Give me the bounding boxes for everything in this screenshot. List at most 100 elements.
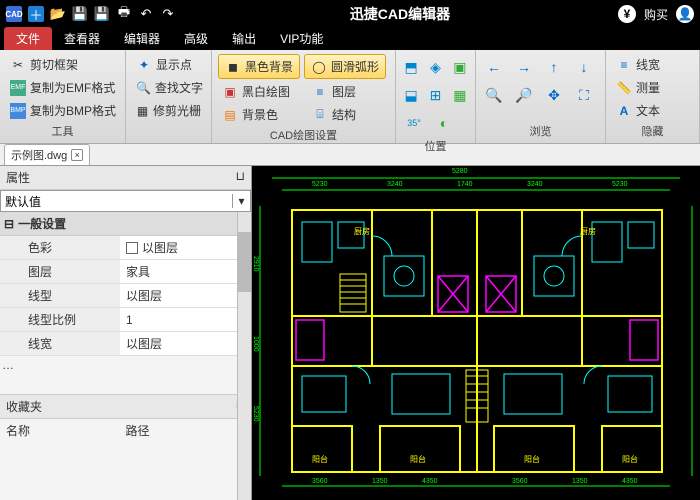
black-bg-toggle[interactable]: ◼黑色背景 xyxy=(218,54,300,79)
properties-title: 属性 xyxy=(6,169,30,186)
document-tab[interactable]: 示例图.dwg × xyxy=(4,144,90,165)
category-label: 一般设置 xyxy=(18,215,66,232)
pos-icon-5[interactable]: ⊞ xyxy=(428,85,442,105)
copy-bmp-button[interactable]: BMP复制为BMP格式 xyxy=(6,100,119,121)
combo-arrow-icon[interactable]: ▾ xyxy=(232,194,250,208)
prop-row-scale[interactable]: 线型比例 1 xyxy=(0,308,251,332)
room-label: 阳台 xyxy=(622,454,638,465)
prop-row-lineweight[interactable]: 线宽 以图层 xyxy=(0,332,251,356)
close-tab-icon[interactable]: × xyxy=(71,149,83,161)
more-rows: … xyxy=(0,356,251,374)
prop-row-layer[interactable]: 图层 家具 xyxy=(0,260,251,284)
group-pos-label: 位置 xyxy=(402,136,469,156)
dim-text: 5230 xyxy=(312,181,328,188)
favorites-title: 收藏夹 xyxy=(6,398,42,415)
category-row[interactable]: ⊟ 一般设置 xyxy=(0,212,251,236)
dim-text: 1350 xyxy=(572,478,588,485)
room-label: 厨房 xyxy=(580,226,596,237)
prop-row-linetype[interactable]: 线型 以图层 xyxy=(0,284,251,308)
drawing-canvas[interactable]: 5280 5230 3240 1740 3240 5230 2910 1000 … xyxy=(252,166,700,500)
tab-vip[interactable]: VIP功能 xyxy=(268,27,335,50)
find-text-button[interactable]: 🔍查找文字 xyxy=(132,77,205,98)
user-icon[interactable]: 👤 xyxy=(676,5,694,23)
layers-button[interactable]: ≡图层 xyxy=(308,81,360,102)
dim-text: 4350 xyxy=(622,478,638,485)
titlebar: CAD ＋ 📂 💾 💾 🖶 ↶ ↷ 迅捷CAD编辑器 ¥ 购买 👤 xyxy=(0,0,700,28)
tab-viewer[interactable]: 查看器 xyxy=(52,27,112,50)
nav-right-icon[interactable]: → xyxy=(514,57,534,77)
smooth-arc-toggle[interactable]: ◯圆滑弧形 xyxy=(304,54,386,79)
dim-text: 3240 xyxy=(527,181,543,188)
text-button[interactable]: A文本 xyxy=(612,100,693,121)
arc-icon: ◯ xyxy=(311,59,327,75)
zoom-in-icon[interactable]: 🔍 xyxy=(484,85,504,105)
prop-row-color[interactable]: 色彩 以图层 xyxy=(0,236,251,260)
new-icon[interactable]: ＋ xyxy=(28,6,44,22)
tab-editor[interactable]: 编辑器 xyxy=(112,27,172,50)
copy-emf-button[interactable]: EMF复制为EMF格式 xyxy=(6,77,119,98)
bmp-icon: BMP xyxy=(10,103,26,119)
lineweight-button[interactable]: ≡线宽 xyxy=(612,54,693,75)
pos-icon-3[interactable]: ▣ xyxy=(453,57,467,77)
dim-text: 5230 xyxy=(252,406,259,422)
nav-up-icon[interactable]: ↑ xyxy=(544,57,564,77)
show-points-button[interactable]: ✦显示点 xyxy=(132,54,205,75)
tab-output[interactable]: 输出 xyxy=(220,27,268,50)
zoom-out-icon[interactable]: 🔎 xyxy=(514,85,534,105)
save-icon[interactable]: 💾 xyxy=(72,6,88,22)
tab-file[interactable]: 文件 xyxy=(4,27,52,50)
dim-text: 2910 xyxy=(252,256,259,272)
pos-icon-1[interactable]: ⬒ xyxy=(404,57,418,77)
redo-icon[interactable]: ↷ xyxy=(160,6,176,22)
saveall-icon[interactable]: 💾 xyxy=(94,6,110,22)
buy-link[interactable]: 购买 xyxy=(644,6,668,23)
tab-advanced[interactable]: 高级 xyxy=(172,27,220,50)
lineweight-icon: ≡ xyxy=(616,57,632,73)
text-icon: A xyxy=(616,103,632,119)
dim-text: 3560 xyxy=(512,478,528,485)
pos-icon-4[interactable]: ⬓ xyxy=(404,85,418,105)
checkbox-icon[interactable] xyxy=(126,242,138,254)
print-icon[interactable]: 🖶 xyxy=(116,6,132,22)
favorites-header: 收藏夹 ⊔ xyxy=(0,394,251,419)
bw-draw-button[interactable]: ▣黑白绘图 xyxy=(218,81,308,102)
fit-icon[interactable]: ⛶ xyxy=(574,85,594,105)
properties-header: 属性 ⊔ xyxy=(0,166,251,190)
combo-input[interactable] xyxy=(1,191,232,211)
layers-icon: ≡ xyxy=(312,84,328,100)
ruler-icon: 📏 xyxy=(616,80,632,96)
dim-text: 1350 xyxy=(372,478,388,485)
collapse-icon[interactable]: ⊟ xyxy=(4,217,14,231)
undo-icon[interactable]: ↶ xyxy=(138,6,154,22)
currency-icon[interactable]: ¥ xyxy=(618,5,636,23)
pos-icon-7[interactable]: 35° xyxy=(404,113,424,133)
nav-left-icon[interactable]: ← xyxy=(484,57,504,77)
fav-col-path: 路径 xyxy=(126,422,246,439)
dim-text: 1740 xyxy=(457,181,473,188)
pos-icon-2[interactable]: ◈ xyxy=(428,57,442,77)
fav-col-name: 名称 xyxy=(6,422,126,439)
palette-icon: ▤ xyxy=(222,107,238,123)
document-name: 示例图.dwg xyxy=(11,147,67,163)
open-icon[interactable]: 📂 xyxy=(50,6,66,22)
props-scrollbar[interactable] xyxy=(237,212,251,500)
structure-button[interactable]: ⌹结构 xyxy=(308,104,360,125)
crop-frame-button[interactable]: ✂剪切框架 xyxy=(6,54,119,75)
bg-color-button[interactable]: ▤背景色 xyxy=(218,104,308,125)
dim-text: 5280 xyxy=(452,168,468,175)
room-label: 厨房 xyxy=(354,226,370,237)
pin-icon[interactable]: ⊔ xyxy=(236,169,245,186)
search-icon: 🔍 xyxy=(136,80,151,96)
dim-text: 1000 xyxy=(252,336,259,352)
nav-down-icon[interactable]: ↓ xyxy=(574,57,594,77)
pos-icon-8[interactable]: ◐ xyxy=(434,113,454,133)
room-label: 阳台 xyxy=(410,454,426,465)
trim-raster-button[interactable]: ▦修剪光栅 xyxy=(132,100,205,121)
measure-button[interactable]: 📏测量 xyxy=(612,77,693,98)
dim-text: 4350 xyxy=(422,478,438,485)
default-combo[interactable]: ▾ xyxy=(0,190,251,212)
pos-icon-6[interactable]: ▦ xyxy=(453,85,467,105)
pan-icon[interactable]: ✥ xyxy=(544,85,564,105)
group-tools-label: 工具 xyxy=(6,121,119,141)
bw-icon: ▣ xyxy=(222,84,238,100)
